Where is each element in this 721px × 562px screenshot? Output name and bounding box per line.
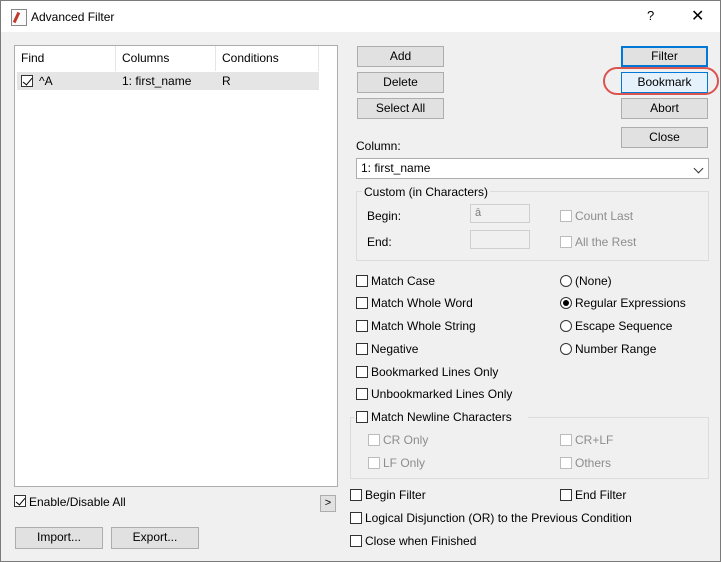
custom-group-title: Custom (in Characters) (362, 185, 491, 199)
row-enabled-checkbox[interactable] (21, 75, 33, 87)
close-when-finished-checkbox[interactable] (350, 535, 362, 547)
help-button[interactable]: ? (647, 8, 654, 23)
crlf-label: CR+LF (575, 433, 614, 447)
highlight-annotation (603, 67, 719, 95)
unbookmarked-lines-only-checkbox[interactable] (356, 388, 368, 400)
negative-checkbox[interactable] (356, 343, 368, 355)
others-label: Others (575, 456, 612, 470)
expand-arrow-button[interactable]: > (320, 495, 336, 512)
lf-only-checkbox[interactable] (368, 457, 380, 469)
bookmarked-lines-only-checkbox[interactable] (356, 366, 368, 378)
number-range-radio[interactable] (560, 343, 572, 355)
none-radio-label: (None) (575, 274, 612, 288)
close-icon[interactable]: ✕ (691, 6, 704, 26)
match-newline-label: Match Newline Characters (371, 410, 512, 424)
end-label: End: (367, 235, 392, 249)
number-range-label: Number Range (575, 342, 657, 356)
lf-only-label: LF Only (383, 456, 426, 470)
chevron-down-icon (693, 163, 704, 174)
select-all-button[interactable]: Select All (357, 98, 444, 119)
count-last-checkbox[interactable] (560, 210, 572, 222)
enable-disable-all-checkbox[interactable] (14, 495, 26, 507)
title-bar: Advanced Filter ? ✕ (1, 1, 720, 32)
end-field[interactable] (470, 230, 530, 249)
end-filter-checkbox[interactable] (560, 489, 572, 501)
bookmarked-lines-only-label: Bookmarked Lines Only (371, 365, 499, 379)
row-columns: 1: first_name (122, 74, 192, 88)
table-row[interactable]: ^A 1: first_name R (17, 72, 319, 90)
others-checkbox[interactable] (560, 457, 572, 469)
app-icon (11, 9, 27, 26)
escape-sequence-label: Escape Sequence (575, 319, 673, 333)
match-newline-checkbox[interactable] (356, 411, 368, 423)
all-the-rest-checkbox[interactable] (560, 236, 572, 248)
row-conditions: R (222, 74, 231, 88)
column-header-conditions[interactable]: Conditions (216, 46, 319, 71)
column-select[interactable]: 1: first_name (356, 158, 709, 179)
conditions-list[interactable]: Find Columns Conditions ^A 1: first_name… (14, 45, 338, 487)
close-when-finished-label: Close when Finished (365, 534, 477, 548)
import-button[interactable]: Import... (15, 527, 103, 549)
match-whole-string-label: Match Whole String (371, 319, 476, 333)
match-whole-string-checkbox[interactable] (356, 320, 368, 332)
match-case-checkbox[interactable] (356, 275, 368, 287)
count-last-label: Count Last (575, 209, 634, 223)
regular-expressions-label: Regular Expressions (575, 296, 686, 310)
all-the-rest-label: All the Rest (575, 235, 637, 249)
unbookmarked-lines-only-label: Unbookmarked Lines Only (371, 387, 513, 401)
begin-filter-checkbox[interactable] (350, 489, 362, 501)
cr-only-label: CR Only (383, 433, 429, 447)
none-radio[interactable] (560, 275, 572, 287)
begin-label: Begin: (367, 209, 402, 223)
delete-button[interactable]: Delete (357, 72, 444, 93)
column-header-find[interactable]: Find (15, 46, 116, 71)
column-label: Column: (356, 139, 401, 153)
begin-field[interactable]: ā (470, 204, 530, 223)
cr-only-checkbox[interactable] (368, 434, 380, 446)
escape-sequence-radio[interactable] (560, 320, 572, 332)
advanced-filter-dialog: Advanced Filter ? ✕ Find Columns Conditi… (0, 0, 721, 562)
begin-filter-label: Begin Filter (365, 488, 426, 502)
logical-or-checkbox[interactable] (350, 512, 362, 524)
export-button[interactable]: Export... (111, 527, 199, 549)
close-button[interactable]: Close (621, 127, 708, 148)
row-find: ^A (39, 74, 53, 88)
regular-expressions-radio[interactable] (560, 297, 572, 309)
column-select-value: 1: first_name (361, 161, 431, 175)
crlf-checkbox[interactable] (560, 434, 572, 446)
custom-group (356, 191, 709, 261)
match-whole-word-label: Match Whole Word (371, 296, 473, 310)
match-case-label: Match Case (371, 274, 436, 288)
negative-label: Negative (371, 342, 419, 356)
match-whole-word-checkbox[interactable] (356, 297, 368, 309)
enable-disable-all-label: Enable/Disable All (29, 495, 126, 509)
end-filter-label: End Filter (575, 488, 627, 502)
window-title: Advanced Filter (31, 10, 115, 24)
add-button[interactable]: Add (357, 46, 444, 67)
filter-button[interactable]: Filter (621, 46, 708, 67)
column-header-columns[interactable]: Columns (116, 46, 216, 71)
abort-button[interactable]: Abort (621, 98, 708, 119)
logical-or-label: Logical Disjunction (OR) to the Previous… (365, 511, 632, 525)
